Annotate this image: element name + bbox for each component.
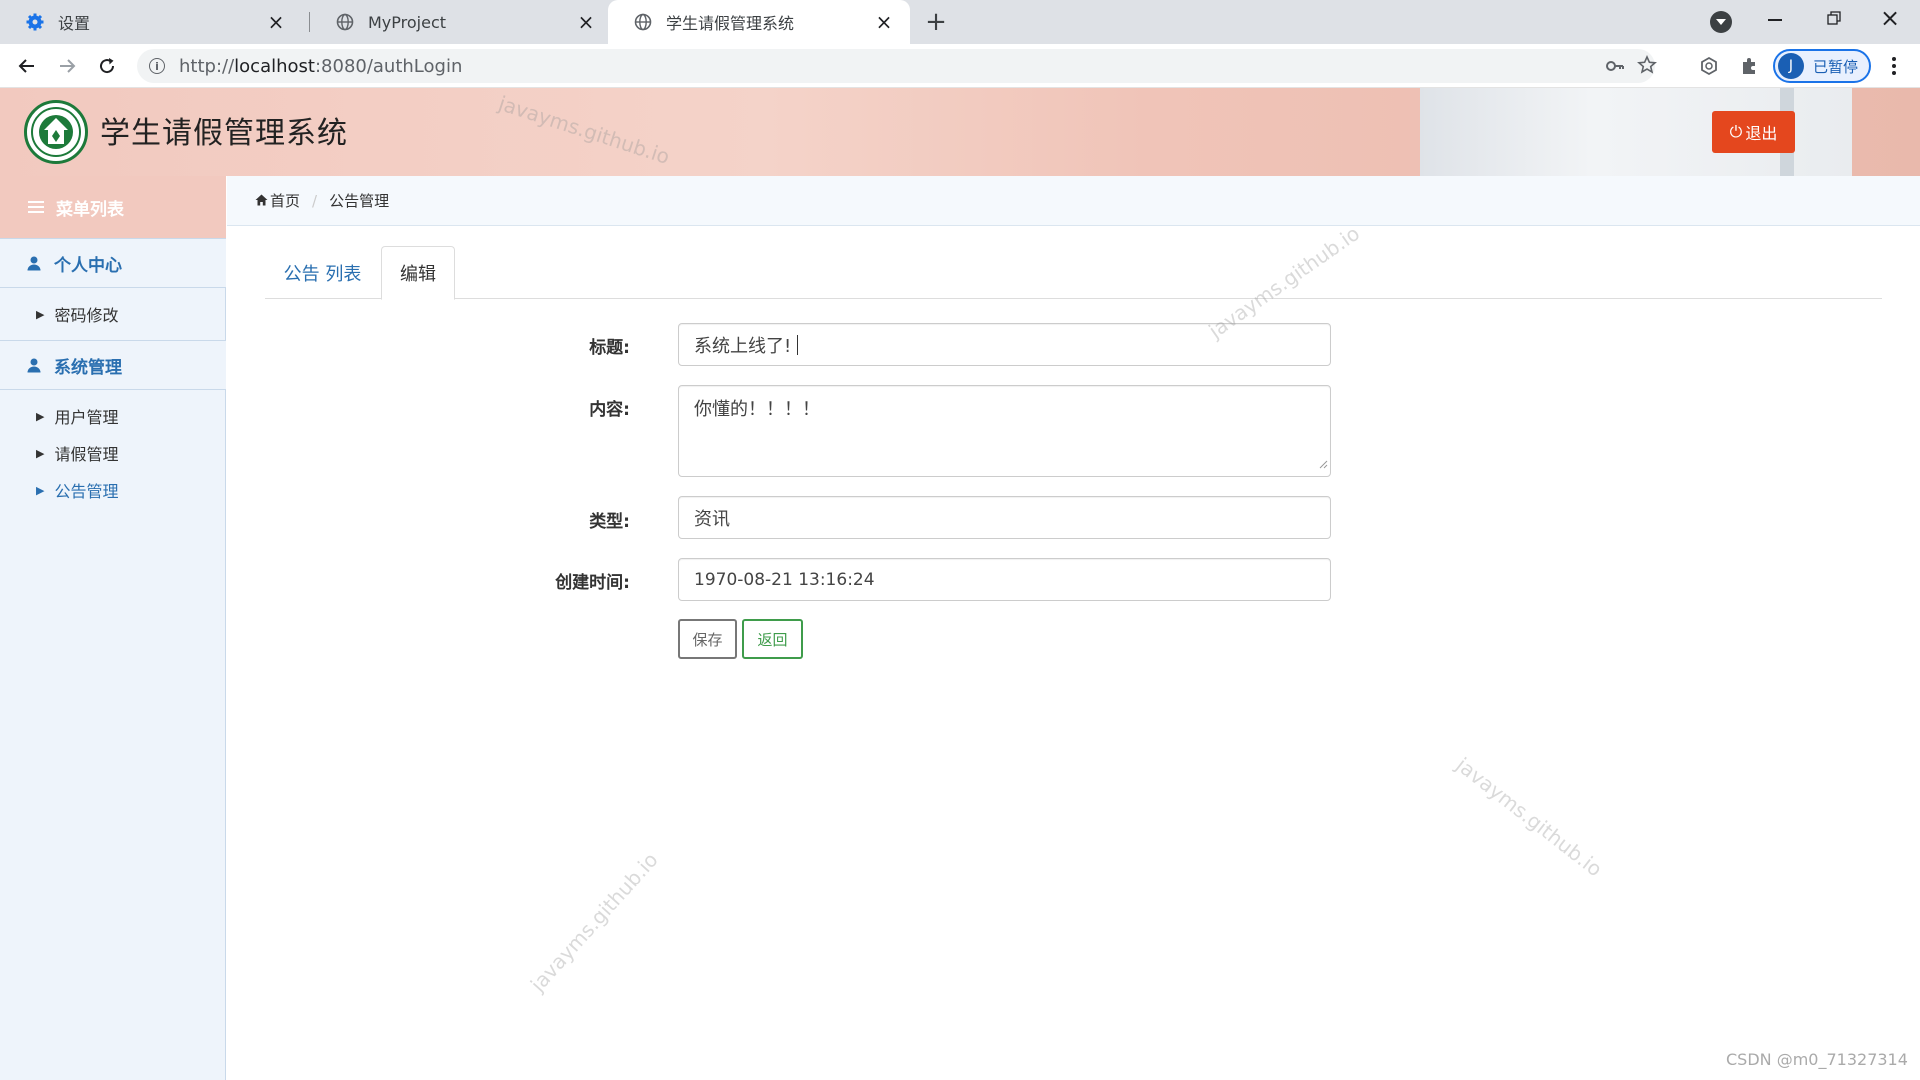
breadcrumb-separator: / [312, 191, 318, 210]
content-textarea-value: 你懂的！！！！ [694, 399, 820, 420]
close-icon[interactable]: × [874, 10, 894, 34]
breadcrumb-current: 公告管理 [329, 192, 390, 210]
restore-icon[interactable] [1826, 10, 1846, 30]
title-label: 标题: [589, 338, 630, 358]
sidebar-item-users[interactable]: ▶ 用户管理 [0, 398, 226, 434]
tab-search-icon[interactable] [1710, 11, 1732, 33]
tab-label: 学生请假管理系统 [666, 14, 795, 33]
tab-edit[interactable]: 编辑 [381, 246, 455, 300]
browser-tab-strip: 设置 × MyProject × 学生请假管理系统 × + × [0, 0, 1920, 44]
profile-button[interactable]: J 已暂停 [1773, 49, 1871, 83]
bookmark-star-icon[interactable] [1637, 55, 1657, 80]
extension-hex-icon[interactable] [1695, 52, 1723, 80]
browser-tab-active[interactable]: 学生请假管理系统 × [608, 0, 910, 44]
power-icon: ⏻ [1729, 122, 1743, 141]
breadcrumb-home-link[interactable]: 首页 [270, 190, 300, 211]
sidebar-group-personal[interactable]: 个人中心 [0, 238, 226, 288]
close-icon[interactable]: × [266, 10, 286, 34]
list-icon [28, 201, 44, 213]
user-icon [26, 357, 42, 373]
type-label: 类型: [589, 512, 630, 532]
globe-icon [634, 13, 652, 31]
browser-toolbar: i http://localhost:8080/authLogin J 已暂停 [0, 44, 1920, 88]
close-icon[interactable]: × [576, 10, 596, 34]
extensions-puzzle-icon[interactable] [1735, 52, 1763, 80]
created-time-value: 1970-08-21 13:16:24 [694, 569, 875, 590]
key-icon[interactable] [1605, 57, 1625, 80]
sidebar-item-password[interactable]: ▶ 密码修改 [0, 296, 226, 332]
sidebar: 菜单列表 个人中心 ▶ 密码修改 系统管理 ▶ 用户管理 ▶ 请假管理 ▶ 公告… [0, 176, 226, 1080]
caret-right-icon: ▶ [36, 307, 45, 321]
gear-icon [26, 13, 44, 31]
reload-icon[interactable] [93, 52, 121, 80]
sidebar-item-label: 用户管理 [54, 408, 119, 427]
sidebar-header: 菜单列表 [0, 176, 226, 238]
sidebar-group-system[interactable]: 系统管理 [0, 340, 226, 390]
content-textarea[interactable]: 你懂的！！！！ [678, 385, 1331, 477]
tab-announcement-list[interactable]: 公告 列表 [265, 246, 380, 299]
tab-label: MyProject [368, 12, 447, 32]
forward-arrow-icon[interactable] [53, 52, 81, 80]
text-cursor [797, 334, 799, 355]
app-header: 学生请假管理系统 javayms.github.io ⏻ 退出 [0, 88, 1920, 176]
sidebar-header-label: 菜单列表 [56, 199, 124, 220]
university-logo [24, 100, 88, 164]
caret-right-icon: ▶ [36, 483, 45, 497]
type-input[interactable]: 资讯 [678, 496, 1331, 539]
caret-right-icon: ▶ [36, 446, 45, 460]
tab-label: 设置 [58, 14, 91, 33]
profile-status: 已暂停 [1813, 57, 1859, 76]
avatar: J [1778, 53, 1804, 79]
sidebar-item-label: 请假管理 [54, 445, 119, 464]
sidebar-group-label: 系统管理 [54, 357, 122, 378]
sidebar-item-announcements[interactable]: ▶ 公告管理 [0, 472, 226, 508]
globe-icon [336, 13, 354, 31]
created-time-input[interactable]: 1970-08-21 13:16:24 [678, 558, 1331, 601]
sidebar-item-label: 公告管理 [54, 482, 119, 501]
url-path: :8080/authLogin [314, 55, 463, 77]
back-button[interactable]: 返回 [742, 619, 803, 659]
breadcrumb: 首页 / 公告管理 [227, 176, 1920, 226]
logout-button[interactable]: ⏻ 退出 [1712, 111, 1795, 153]
address-bar[interactable]: i http://localhost:8080/authLogin [137, 49, 1657, 83]
sidebar-item-leave[interactable]: ▶ 请假管理 [0, 435, 226, 471]
watermark: javayms.github.io [495, 91, 673, 169]
watermark: javayms.github.io [1451, 752, 1607, 882]
watermark: javayms.github.io [525, 847, 663, 997]
back-arrow-icon[interactable] [13, 52, 41, 80]
browser-tab-myproject[interactable]: MyProject × [310, 0, 612, 44]
info-icon[interactable]: i [149, 58, 165, 74]
url-host: localhost [234, 55, 315, 77]
user-icon [26, 255, 42, 271]
content-label: 内容: [589, 400, 630, 420]
sidebar-group-label: 个人中心 [54, 255, 122, 276]
new-tab-button[interactable]: + [922, 7, 950, 37]
app-title: 学生请假管理系统 [100, 116, 348, 151]
save-button[interactable]: 保存 [678, 619, 737, 659]
logout-label: 退出 [1745, 124, 1778, 143]
browser-tab-settings[interactable]: 设置 × [0, 0, 302, 44]
window-close-icon[interactable]: × [1880, 6, 1904, 30]
menu-kebab-icon[interactable] [1882, 54, 1906, 78]
title-input-value: 系统上线了! [694, 335, 792, 357]
type-input-value: 资讯 [694, 508, 730, 530]
minimize-icon[interactable] [1768, 10, 1788, 30]
caret-right-icon: ▶ [36, 409, 45, 423]
footer-credit: CSDN @m0_71327314 [1726, 1050, 1908, 1069]
url-scheme: http:// [179, 55, 235, 77]
home-icon [255, 192, 268, 210]
created-time-label: 创建时间: [555, 573, 630, 593]
content-tabs: 公告 列表 编辑 [265, 246, 1882, 300]
sidebar-item-label: 密码修改 [54, 306, 119, 325]
resize-handle-icon[interactable] [1318, 453, 1328, 474]
